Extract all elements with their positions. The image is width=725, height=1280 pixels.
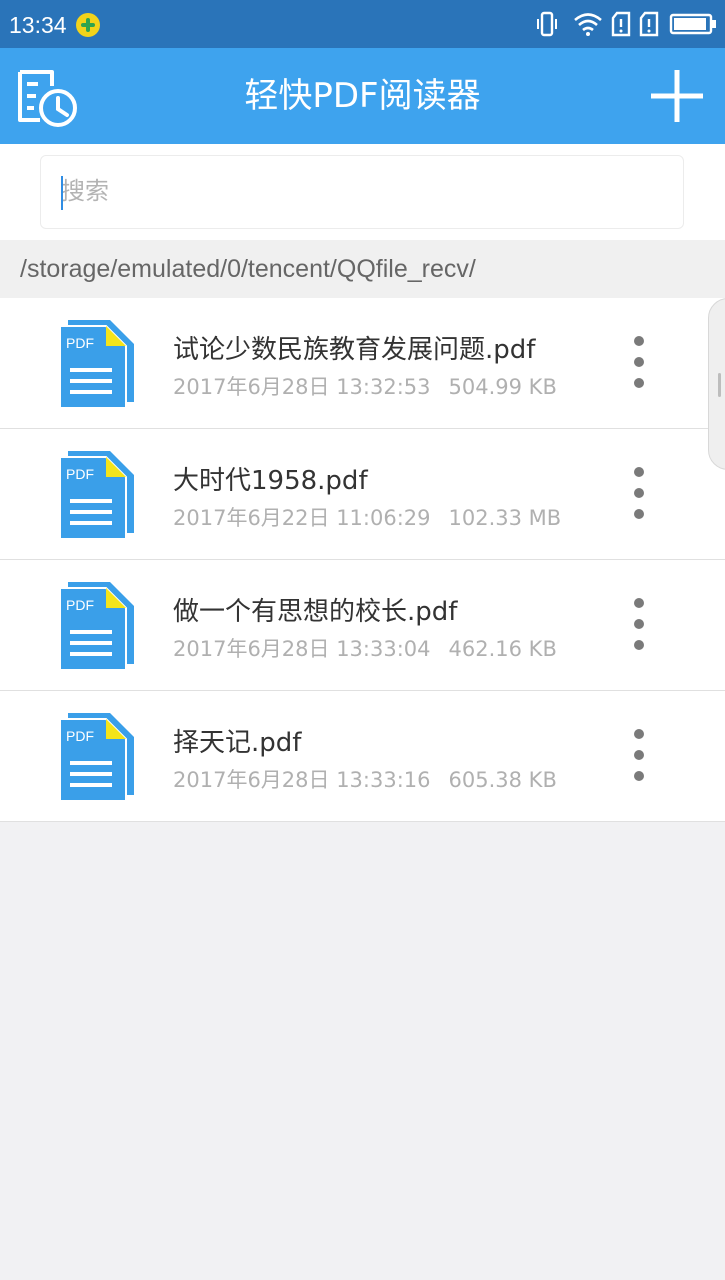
battery-icon: [669, 13, 716, 35]
svg-text:PDF: PDF: [66, 597, 94, 613]
svg-text:PDF: PDF: [66, 335, 94, 351]
app-bar: 轻快PDF阅读器: [0, 48, 725, 144]
plus-icon: [651, 70, 703, 122]
more-vertical-icon: [634, 729, 644, 739]
wifi-icon: [574, 13, 602, 36]
status-time: 13:34: [9, 12, 67, 38]
file-meta: 2017年6月28日 13:33:04 462.16 KB: [173, 633, 557, 663]
more-vertical-icon: [634, 750, 644, 760]
file-meta: 2017年6月28日 13:33:16 605.38 KB: [173, 764, 557, 794]
file-size: 605.38 KB: [448, 768, 557, 792]
file-date: 2017年6月22日 11:06:29: [173, 506, 431, 530]
sim2-icon: [639, 11, 659, 37]
file-name: 试论少数民族教育发展问题.pdf: [173, 335, 536, 365]
svg-text:PDF: PDF: [66, 728, 94, 744]
add-button[interactable]: [649, 68, 705, 124]
status-bar: 13:34: [0, 0, 725, 48]
file-date: 2017年6月28日 13:33:04: [173, 637, 431, 661]
more-vertical-icon: [634, 467, 644, 477]
pdf-file-icon: PDF: [59, 713, 134, 802]
search-bar: [0, 144, 725, 240]
pdf-file-icon: PDF: [59, 582, 134, 671]
file-row[interactable]: PDF 做一个有思想的校长.pdf 2017年6月28日 13:33:04 462…: [0, 560, 725, 691]
file-meta: 2017年6月22日 11:06:29 102.33 MB: [173, 502, 561, 532]
file-meta: 2017年6月28日 13:32:53 504.99 KB: [173, 371, 557, 401]
text-cursor: [61, 176, 63, 210]
svg-text:PDF: PDF: [66, 466, 94, 482]
more-vertical-icon: [634, 598, 644, 608]
more-vertical-icon: [634, 640, 644, 650]
file-row[interactable]: PDF 大时代1958.pdf 2017年6月22日 11:06:29 102.3…: [0, 429, 725, 560]
pdf-file-icon: PDF: [59, 320, 134, 409]
more-options-button[interactable]: [622, 594, 656, 654]
file-row[interactable]: PDF 择天记.pdf 2017年6月28日 13:33:16 605.38 KB: [0, 691, 725, 822]
more-vertical-icon: [634, 488, 644, 498]
vibrate-icon: [537, 11, 557, 37]
more-vertical-icon: [634, 336, 644, 346]
sim1-icon: [611, 11, 631, 37]
file-name: 大时代1958.pdf: [173, 466, 368, 496]
more-options-button[interactable]: [622, 463, 656, 523]
file-size: 462.16 KB: [448, 637, 557, 661]
file-name: 做一个有思想的校长.pdf: [173, 597, 458, 627]
app-title: 轻快PDF阅读器: [244, 76, 481, 116]
more-options-button[interactable]: [622, 725, 656, 785]
file-date: 2017年6月28日 13:33:16: [173, 768, 431, 792]
more-vertical-icon: [634, 509, 644, 519]
app-notification-icon: [76, 13, 100, 37]
file-date: 2017年6月28日 13:32:53: [173, 375, 431, 399]
floating-side-handle[interactable]: [708, 298, 725, 470]
more-vertical-icon: [634, 619, 644, 629]
more-vertical-icon: [634, 357, 644, 367]
path-bar: /storage/emulated/0/tencent/QQfile_recv/: [0, 240, 725, 298]
current-path: /storage/emulated/0/tencent/QQfile_recv/: [20, 255, 476, 283]
search-input[interactable]: [40, 155, 684, 229]
more-vertical-icon: [634, 771, 644, 781]
file-list: PDF 试论少数民族教育发展问题.pdf 2017年6月28日 13:32:53…: [0, 298, 725, 822]
pdf-file-icon: PDF: [59, 451, 134, 540]
more-options-button[interactable]: [622, 332, 656, 392]
more-vertical-icon: [634, 378, 644, 388]
file-row[interactable]: PDF 试论少数民族教育发展问题.pdf 2017年6月28日 13:32:53…: [0, 298, 725, 429]
file-size: 102.33 MB: [448, 506, 562, 530]
file-name: 择天记.pdf: [173, 728, 302, 758]
file-size: 504.99 KB: [448, 375, 557, 399]
